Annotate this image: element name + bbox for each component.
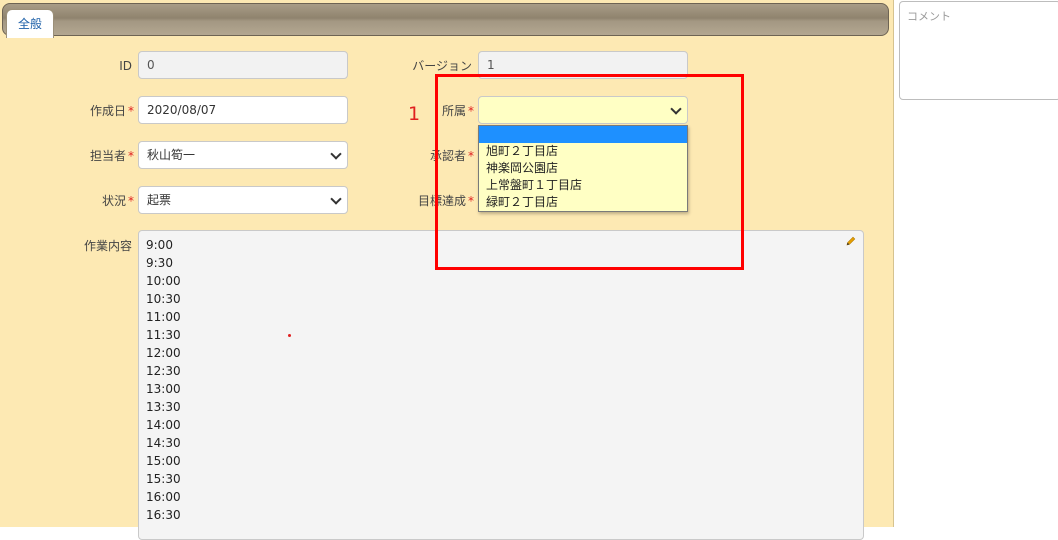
work-content-line: 12:30: [146, 364, 181, 378]
work-content-line: 11:00: [146, 310, 181, 324]
work-content-line: 16:30: [146, 508, 181, 522]
comment-textarea[interactable]: コメント: [899, 1, 1058, 100]
work-content-label: 作業内容: [50, 237, 132, 255]
status-select[interactable]: 起票: [138, 186, 348, 214]
id-field: 0: [138, 51, 348, 79]
work-content-area[interactable]: 9:00 9:30 10:00 10:30 11:00 11:30 12:00 12:30 13…: [138, 230, 864, 540]
work-content-line: 10:00: [146, 274, 181, 288]
work-content-line: 14:00: [146, 418, 181, 432]
chevron-down-icon: [330, 193, 342, 205]
assignee-value: 秋山筍一: [147, 148, 196, 162]
status-label: 状況 *: [50, 192, 134, 210]
assignee-label-text: 担当者: [89, 149, 126, 163]
work-content-line: 15:30: [146, 472, 181, 486]
required-mark: *: [128, 149, 134, 163]
created-date-input[interactable]: [138, 96, 348, 124]
work-content-line: 9:00: [146, 238, 173, 252]
status-label-text: 状況: [101, 194, 126, 208]
version-label-text: バージョン: [412, 59, 472, 73]
tab-bar: [2, 3, 889, 36]
pencil-icon[interactable]: [845, 235, 857, 247]
annotation-highlight-box: [435, 74, 744, 270]
red-dot: [288, 334, 291, 337]
work-content-line: 10:30: [146, 292, 181, 306]
form-panel: 全般 ID 0 バージョン 1 作成日* 1 所属* 担当者* 秋山筍一 承認者…: [0, 0, 894, 540]
work-content-line: 11:30: [146, 328, 181, 342]
created-date-label: 作成日 *: [50, 102, 134, 120]
id-label-text: ID: [119, 59, 132, 73]
work-content-line: 9:30: [146, 256, 173, 270]
chevron-down-icon: [330, 148, 342, 160]
assignee-label: 担当者 *: [50, 147, 134, 165]
assignee-select[interactable]: 秋山筍一: [138, 141, 348, 169]
work-content-label-text: 作業内容: [83, 239, 132, 253]
version-label: バージョン: [380, 57, 472, 75]
work-content-line: 15:00: [146, 454, 181, 468]
tab-general[interactable]: 全般: [6, 9, 54, 38]
work-content-line: 14:30: [146, 436, 181, 450]
work-content-line: 16:00: [146, 490, 181, 504]
comment-placeholder: コメント: [907, 10, 951, 23]
required-mark: *: [128, 104, 134, 118]
id-label: ID: [60, 57, 132, 75]
created-date-label-text: 作成日: [89, 104, 126, 118]
work-content-line: 13:30: [146, 400, 181, 414]
status-value: 起票: [147, 193, 172, 207]
required-mark: *: [128, 194, 134, 208]
work-content-lines: 9:00 9:30 10:00 10:30 11:00 11:30 12:00 12:30 13…: [146, 236, 181, 524]
work-content-line: 13:00: [146, 382, 181, 396]
work-content-line: 12:00: [146, 346, 181, 360]
